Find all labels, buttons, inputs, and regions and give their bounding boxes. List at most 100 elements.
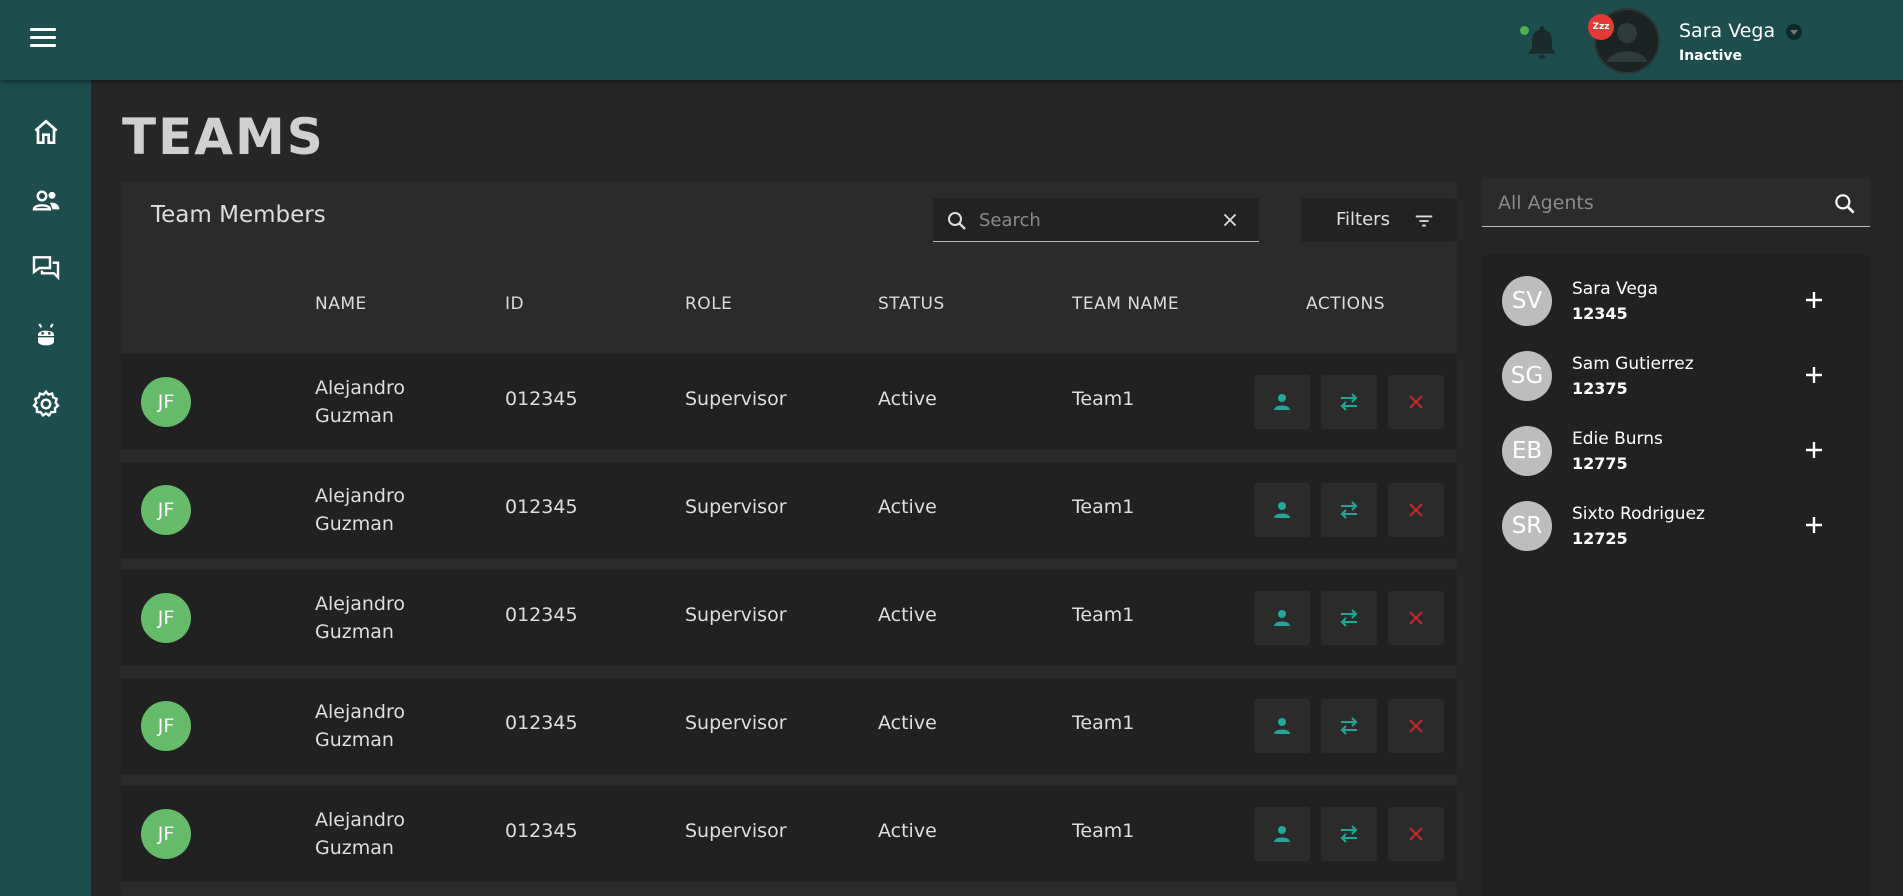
table-row[interactable]: JF Alejandro Guzman 012345 Supervisor Ac…: [121, 678, 1457, 774]
table-row[interactable]: JF Alejandro Guzman 012345 Supervisor Ac…: [121, 462, 1457, 558]
away-badge: Zzz: [1588, 14, 1614, 40]
member-id: 012345: [505, 388, 578, 410]
transfer-button[interactable]: [1321, 807, 1377, 861]
member-team: Team1: [1072, 388, 1135, 410]
agents-search-input[interactable]: [1498, 187, 1818, 219]
member-team: Team1: [1072, 820, 1135, 842]
user-avatar[interactable]: Zzz: [1588, 8, 1660, 74]
add-agent-plus-icon[interactable]: [1802, 288, 1826, 312]
member-avatar: JF: [141, 485, 191, 535]
agent-name: Sixto Rodriguez: [1572, 504, 1705, 524]
transfer-icon: [1340, 717, 1358, 735]
member-team: Team1: [1072, 496, 1135, 518]
sidebar-item-settings[interactable]: [30, 388, 66, 424]
view-profile-button[interactable]: [1254, 375, 1310, 429]
transfer-button[interactable]: [1321, 375, 1377, 429]
add-agent-plus-icon[interactable]: [1802, 438, 1826, 462]
table-row[interactable]: JF Alejandro Guzman 012345 Supervisor Ac…: [121, 786, 1457, 882]
android-icon: [38, 323, 54, 346]
close-icon: [1409, 503, 1423, 517]
view-profile-button[interactable]: [1254, 483, 1310, 537]
person-icon: [1274, 718, 1290, 734]
column-header-status[interactable]: STATUS: [878, 294, 945, 314]
member-role: Supervisor: [685, 604, 787, 626]
remove-button[interactable]: [1388, 807, 1444, 861]
clear-search-close-icon[interactable]: [1219, 209, 1241, 231]
agent-name: Sara Vega: [1572, 279, 1658, 299]
close-icon: [1409, 827, 1423, 841]
member-name: Alejandro Guzman: [315, 701, 406, 751]
view-profile-button[interactable]: [1254, 807, 1310, 861]
menu-icon[interactable]: [30, 28, 56, 50]
sidebar-item-bots[interactable]: [30, 320, 66, 356]
remove-button[interactable]: [1388, 375, 1444, 429]
users-icon: [32, 190, 60, 211]
view-profile-button[interactable]: [1254, 699, 1310, 753]
column-header-role[interactable]: ROLE: [685, 294, 732, 314]
person-icon: [1274, 502, 1290, 518]
member-name: Alejandro Guzman: [315, 485, 406, 535]
column-header-name[interactable]: NAME: [315, 294, 367, 314]
table-row[interactable]: JF Alejandro Guzman 012345 Supervisor Ac…: [121, 354, 1457, 450]
transfer-icon: [1340, 825, 1358, 843]
page-title: TEAMS: [122, 108, 325, 166]
agent-avatar: SR: [1502, 501, 1552, 551]
view-profile-button[interactable]: [1254, 591, 1310, 645]
agent-id: 12345: [1572, 304, 1628, 323]
agent-item: SR Sixto Rodriguez 12725: [1482, 479, 1870, 554]
remove-button[interactable]: [1388, 591, 1444, 645]
search-icon[interactable]: [1832, 191, 1858, 217]
member-id: 012345: [505, 496, 578, 518]
filters-button[interactable]: Filters: [1301, 198, 1457, 242]
sidebar-item-chat[interactable]: [30, 252, 66, 288]
user-status: Inactive: [1679, 48, 1743, 64]
sidebar: [0, 80, 91, 896]
agent-avatar: SV: [1502, 276, 1552, 326]
notifications-button[interactable]: [1518, 20, 1558, 60]
member-avatar: JF: [141, 809, 191, 859]
member-team: Team1: [1072, 604, 1135, 626]
member-status: Active: [878, 496, 937, 518]
column-header-team-name[interactable]: TEAM NAME: [1072, 294, 1179, 314]
member-avatar: JF: [141, 593, 191, 643]
remove-button[interactable]: [1388, 483, 1444, 537]
member-avatar: JF: [141, 377, 191, 427]
user-menu-chevron-down-icon[interactable]: [1786, 24, 1802, 40]
member-role: Supervisor: [685, 712, 787, 734]
member-id: 012345: [505, 820, 578, 842]
settings-icon: [32, 389, 60, 418]
member-name: Alejandro Guzman: [315, 593, 406, 643]
agent-avatar: EB: [1502, 426, 1552, 476]
top-bar: Zzz Sara Vega Inactive: [0, 0, 1903, 80]
add-agent-plus-icon[interactable]: [1802, 363, 1826, 387]
transfer-icon: [1340, 501, 1358, 519]
person-icon: [1274, 610, 1290, 626]
chat-icon: [32, 256, 60, 281]
home-icon: [34, 119, 58, 144]
column-header-actions: ACTIONS: [1306, 294, 1385, 314]
transfer-button[interactable]: [1321, 699, 1377, 753]
member-id: 012345: [505, 604, 578, 626]
member-name: Alejandro Guzman: [315, 809, 406, 859]
bell-icon: [1528, 26, 1556, 59]
remove-button[interactable]: [1388, 699, 1444, 753]
table-row[interactable]: JF Alejandro Guzman 012345 Supervisor Ac…: [121, 570, 1457, 666]
transfer-button[interactable]: [1321, 483, 1377, 537]
sidebar-item-users[interactable]: [30, 184, 66, 220]
agent-id: 12375: [1572, 379, 1628, 398]
filters-label: Filters: [1336, 209, 1390, 230]
sidebar-item-home[interactable]: [30, 116, 66, 152]
member-role: Supervisor: [685, 820, 787, 842]
user-name: Sara Vega: [1679, 20, 1776, 42]
team-search: [933, 198, 1259, 242]
filter-icon: [1415, 215, 1433, 227]
add-agent-plus-icon[interactable]: [1802, 513, 1826, 537]
search-input[interactable]: [979, 206, 1199, 234]
team-members-panel: Team Members Filters NAME ID ROLE STATUS…: [121, 182, 1457, 896]
transfer-button[interactable]: [1321, 591, 1377, 645]
member-status: Active: [878, 604, 937, 626]
column-header-id[interactable]: ID: [505, 294, 524, 314]
member-team: Team1: [1072, 712, 1135, 734]
member-role: Supervisor: [685, 496, 787, 518]
agent-item: EB Edie Burns 12775: [1482, 404, 1870, 479]
